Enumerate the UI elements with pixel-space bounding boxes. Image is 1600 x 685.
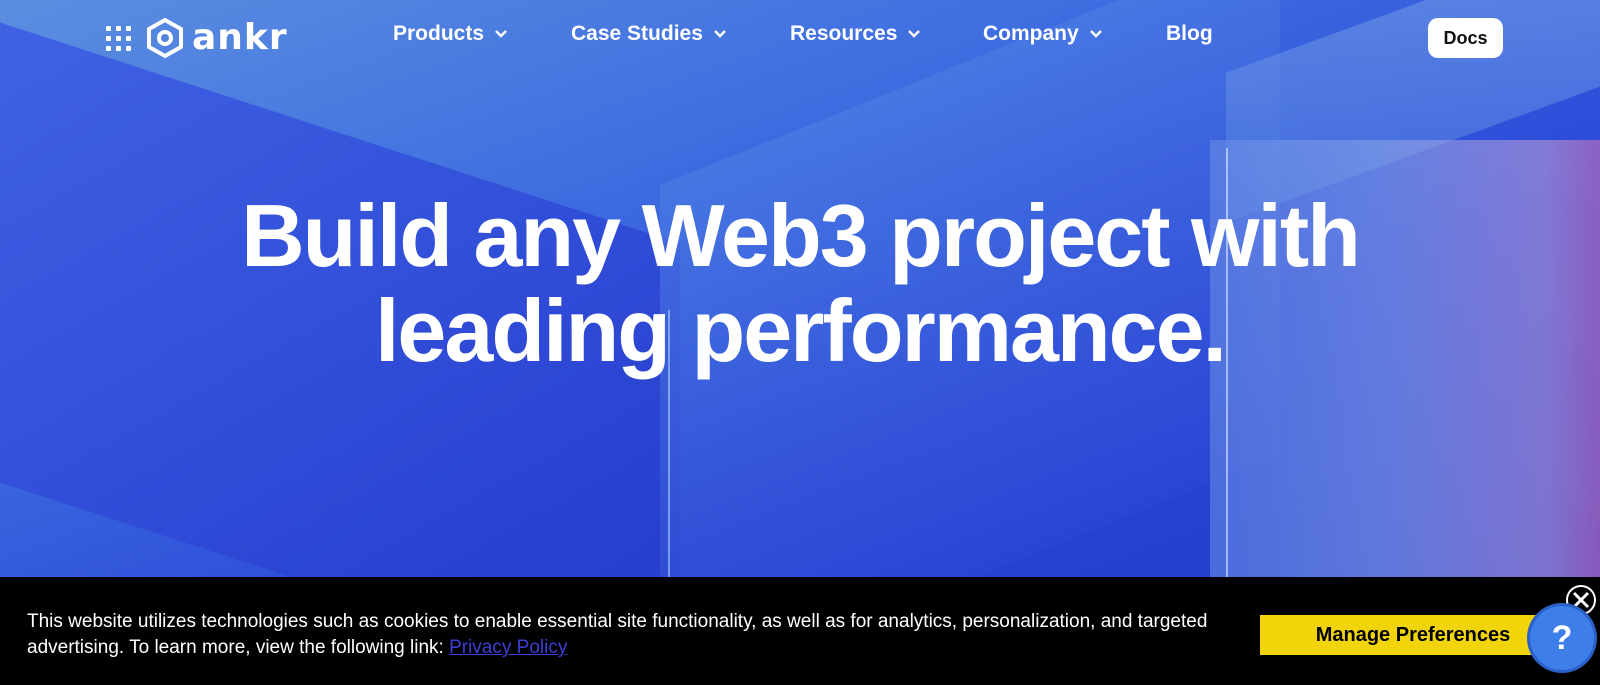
brand-name: ankr xyxy=(192,17,288,58)
nav-item-label: Blog xyxy=(1166,22,1213,45)
nav-item-label: Resources xyxy=(790,22,898,45)
nav-item-label: Case Studies xyxy=(571,22,703,45)
nav-item-label: Products xyxy=(393,22,485,45)
help-chat-button[interactable]: ? xyxy=(1530,606,1594,670)
nav-item-resources[interactable]: Resources xyxy=(790,22,921,46)
nav-item-label: Company xyxy=(983,22,1079,45)
app-grid-icon[interactable] xyxy=(106,26,132,52)
nav-item-case-studies[interactable]: Case Studies xyxy=(571,22,727,46)
privacy-policy-link[interactable]: Privacy Policy xyxy=(449,637,567,658)
cookie-banner: This website utilizes technologies such … xyxy=(0,577,1600,685)
chevron-down-icon xyxy=(908,30,921,38)
cookie-banner-text: This website utilizes technologies such … xyxy=(27,609,1247,661)
cookie-message: This website utilizes technologies such … xyxy=(27,611,1208,658)
chevron-down-icon xyxy=(495,30,507,38)
manage-preferences-button[interactable]: Manage Preferences xyxy=(1260,615,1566,655)
hero-headline-line-1: Build any Web3 project with xyxy=(241,186,1361,285)
hero-headline: Build any Web3 project with leading perf… xyxy=(0,188,1600,378)
docs-button[interactable]: Docs xyxy=(1428,18,1503,58)
nav-item-company[interactable]: Company xyxy=(983,22,1103,46)
nav-item-blog[interactable]: Blog xyxy=(1166,22,1213,46)
ankr-hexagon-icon xyxy=(147,18,183,58)
ankr-logo[interactable]: ankr xyxy=(146,17,288,59)
nav-item-products[interactable]: Products xyxy=(393,22,508,46)
hero-headline-line-2: leading performance. xyxy=(374,281,1227,380)
top-navigation: ankr Products Case Studies Resources Com… xyxy=(0,0,1600,76)
question-mark-icon: ? xyxy=(1551,618,1573,657)
chevron-down-icon xyxy=(714,30,726,38)
chevron-down-icon xyxy=(1089,30,1102,38)
